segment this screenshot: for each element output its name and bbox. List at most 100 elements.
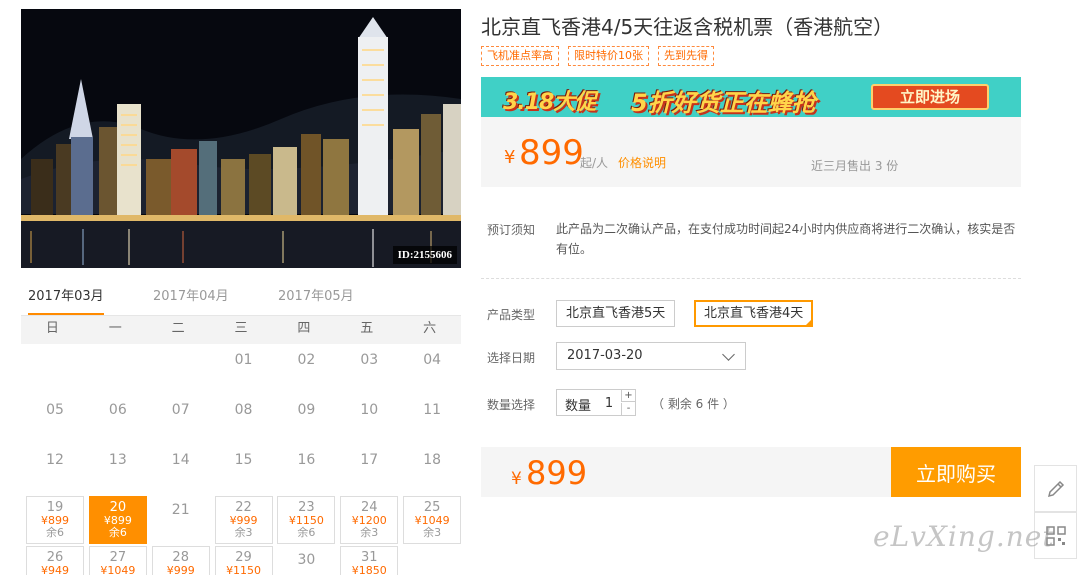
calendar-day[interactable]: 26 ¥949: [26, 546, 84, 575]
tag-badge: 限时特价10张: [568, 46, 649, 66]
price-amount: 899: [519, 133, 584, 173]
calendar-day: 07: [152, 396, 210, 444]
calendar-day: 09: [277, 396, 335, 444]
calendar-day-number: 17: [360, 452, 379, 468]
weekday-label: 五: [360, 321, 374, 336]
tab-month-2[interactable]: 2017年04月: [153, 286, 229, 316]
product-title: 北京直飞香港4/5天往返含税机票（香港航空）: [481, 15, 894, 39]
remaining-stock: （ 剩余 6 件 ）: [652, 397, 735, 411]
weekday-label: 日: [45, 321, 59, 336]
calendar-day-price: ¥1150: [226, 564, 262, 575]
product-tags: 飞机准点率高 限时特价10张 先到先得: [481, 46, 714, 66]
calendar-day: 02: [277, 346, 335, 394]
quantity-label: 数量选择: [487, 398, 536, 412]
calendar-day: 05: [26, 396, 84, 444]
calendar-day[interactable]: 25 ¥1049 余3: [403, 496, 462, 544]
calendar-day-number: 07: [171, 402, 190, 418]
tab-month-3[interactable]: 2017年05月: [278, 286, 354, 316]
calendar-day-number: 23: [298, 500, 315, 515]
calendar-day: 16: [277, 446, 335, 494]
banner-enter-button[interactable]: 立即进场: [871, 84, 989, 110]
type-option-label: 北京直飞香港5天: [566, 306, 666, 321]
calendar-day-number: 02: [297, 352, 316, 368]
selected-check-icon: [804, 318, 814, 327]
calendar-day-number: 11: [423, 402, 442, 418]
calendar-day[interactable]: 20 ¥899 余6: [88, 496, 147, 544]
calendar-day-number: 15: [234, 452, 253, 468]
calendar-day[interactable]: 27 ¥1049: [88, 546, 147, 575]
calendar-day: 18: [403, 446, 461, 494]
calendar-day[interactable]: 22 ¥999 余3: [214, 496, 273, 544]
date-select[interactable]: 2017-03-20: [556, 342, 746, 370]
calendar-day-price: ¥949: [41, 564, 69, 575]
weekday-label: 一: [108, 321, 122, 336]
calendar-day-number: 21: [171, 502, 190, 518]
weekday-label: 四: [297, 321, 311, 336]
calendar-day: 04: [403, 346, 461, 394]
type-option-label: 北京直飞香港4天: [704, 306, 804, 321]
weekday-header: 日 一 二 三 四 五 六: [21, 316, 461, 344]
calendar-day: 03: [340, 346, 398, 394]
calendar-day[interactable]: 24 ¥1200 余3: [340, 496, 399, 544]
calendar-day-number: 18: [423, 452, 442, 468]
type-option-4-days[interactable]: 北京直飞香港4天: [694, 300, 814, 327]
calendar-day-number: 13: [108, 452, 127, 468]
calendar-day-number: 08: [234, 402, 253, 418]
calendar-day-number: 26: [46, 550, 64, 565]
price-explain-link[interactable]: 价格说明: [618, 154, 666, 171]
sold-count: 近三月售出 3 份: [811, 159, 899, 173]
calendar-day-number: 29: [235, 550, 252, 565]
quantity-plus-button[interactable]: +: [621, 390, 635, 402]
calendar-day-number: 28: [172, 550, 189, 565]
feedback-tool[interactable]: [1034, 465, 1077, 512]
calendar-day-number: 06: [108, 402, 127, 418]
notice-text: 此产品为二次确认产品，在支付成功时间起24小时内供应商将进行二次确认，核实是否有…: [556, 222, 1016, 256]
tag-badge: 飞机准点率高: [481, 46, 559, 66]
buy-now-button[interactable]: 立即购买: [891, 447, 1021, 497]
calendar-day-remain: 余6: [297, 526, 316, 539]
calendar-day[interactable]: 31 ¥1850: [340, 546, 399, 575]
calendar-day-price: ¥999: [166, 564, 195, 575]
calendar-day-number: 24: [361, 500, 378, 515]
calendar-day: 21: [152, 496, 210, 544]
pencil-icon: [1047, 480, 1065, 498]
calendar-day-number: 30: [297, 552, 316, 568]
calendar-day: 10: [340, 396, 398, 444]
product-photo: ID:2155606: [21, 9, 461, 268]
calendar-day: 06: [89, 396, 147, 444]
promo-banner[interactable]: 3.18大促 5折好货正在蜂抢 立即进场: [481, 77, 1021, 117]
calendar-day: 08: [215, 396, 273, 444]
tab-month-1[interactable]: 2017年03月: [28, 286, 104, 316]
skyline-illustration: [21, 9, 461, 268]
quantity-input[interactable]: [598, 393, 620, 413]
calendar-day[interactable]: 19 ¥899 余6: [26, 496, 84, 544]
total-currency: ¥: [511, 469, 522, 489]
quantity-prefix: 数量: [565, 399, 592, 414]
quantity-minus-button[interactable]: -: [621, 403, 635, 415]
calendar-day-number: 31: [361, 550, 378, 565]
calendar-day[interactable]: 23 ¥1150 余6: [277, 496, 336, 544]
image-id-badge: ID:2155606: [392, 246, 457, 264]
site-watermark: eLvXing.net: [873, 520, 1055, 553]
calendar-day-number: 05: [46, 402, 64, 418]
calendar-day: 13: [89, 446, 147, 494]
calendar-day-number: 01: [234, 352, 253, 368]
calendar-day-number: 10: [360, 402, 379, 418]
quantity-stepper: 数量 + -: [556, 389, 636, 416]
date-label: 选择日期: [487, 351, 536, 365]
calendar-day-number: 09: [297, 402, 316, 418]
calendar-day: 01: [215, 346, 273, 394]
calendar-day-remain: 余3: [234, 526, 253, 539]
calendar-day: 11: [403, 396, 461, 444]
banner-promo-text: 3.18大促: [503, 90, 596, 115]
price-currency: ¥: [504, 147, 516, 168]
calendar-day-remain: 余6: [108, 526, 127, 539]
calendar-day[interactable]: 29 ¥1150: [214, 546, 273, 575]
calendar-day-number: 27: [109, 550, 127, 565]
price-box: ¥ 899 起/人 价格说明 近三月售出 3 份: [481, 117, 1021, 187]
calendar-day-price: ¥1850: [351, 564, 387, 575]
calendar-day-remain: 余3: [423, 526, 442, 539]
type-option-5-days[interactable]: 北京直飞香港5天: [556, 300, 676, 327]
calendar-day[interactable]: 28 ¥999: [151, 546, 210, 575]
calendar-day-price: ¥1049: [100, 564, 136, 575]
